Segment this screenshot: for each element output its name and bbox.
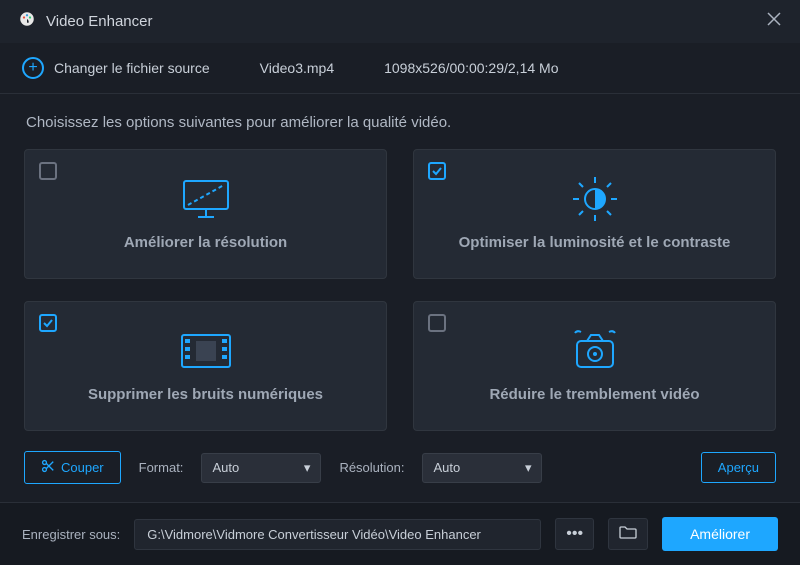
resolution-value: Auto — [433, 460, 460, 475]
card-shake[interactable]: Réduire le tremblement vidéo — [413, 301, 776, 431]
resolution-select[interactable]: Auto ▾ — [422, 453, 542, 483]
option-cards: Améliorer la résolution — [0, 149, 800, 431]
resolution-ctrl-label: Résolution: — [339, 460, 404, 475]
more-button[interactable]: ••• — [555, 518, 594, 550]
card-resolution-label: Améliorer la résolution — [124, 233, 287, 253]
app-title: Video Enhancer — [46, 13, 152, 30]
card-noise[interactable]: Supprimer les bruits numériques — [24, 301, 387, 431]
save-path-input[interactable] — [134, 519, 541, 550]
source-row: + Changer le fichier source Video3.mp4 1… — [0, 43, 800, 94]
folder-icon — [619, 525, 637, 544]
enhance-label: Améliorer — [690, 526, 750, 542]
card-resolution[interactable]: Améliorer la résolution — [24, 149, 387, 279]
close-icon[interactable] — [766, 11, 782, 32]
monitor-icon — [178, 175, 234, 223]
plus-circle-icon: + — [22, 57, 44, 79]
checkbox-brightness[interactable] — [428, 162, 446, 180]
source-meta: 1098x526/00:00:29/2,14 Mo — [384, 60, 558, 76]
change-source-label: Changer le fichier source — [54, 60, 210, 76]
preview-label: Aperçu — [718, 460, 759, 475]
palette-icon — [18, 10, 36, 33]
card-brightness[interactable]: Optimiser la luminosité et le contraste — [413, 149, 776, 279]
checkbox-resolution[interactable] — [39, 162, 57, 180]
film-icon — [176, 327, 236, 375]
checkbox-noise[interactable] — [39, 314, 57, 332]
cut-label: Couper — [61, 460, 104, 475]
controls-row: Couper Format: Auto ▾ Résolution: Auto ▾… — [0, 431, 800, 502]
footer: Enregistrer sous: ••• Améliorer — [0, 502, 800, 565]
titlebar: Video Enhancer — [0, 0, 800, 43]
titlebar-left: Video Enhancer — [18, 10, 152, 33]
brightness-icon — [569, 175, 621, 223]
card-noise-label: Supprimer les bruits numériques — [88, 385, 323, 405]
save-under-label: Enregistrer sous: — [22, 527, 120, 542]
card-shake-label: Réduire le tremblement vidéo — [489, 385, 699, 405]
camera-shake-icon — [567, 327, 623, 375]
format-label: Format: — [139, 460, 184, 475]
enhance-button[interactable]: Améliorer — [662, 517, 778, 551]
format-select[interactable]: Auto ▾ — [201, 453, 321, 483]
source-filename: Video3.mp4 — [260, 60, 334, 76]
card-brightness-label: Optimiser la luminosité et le contraste — [459, 233, 731, 253]
checkbox-shake[interactable] — [428, 314, 446, 332]
cut-button[interactable]: Couper — [24, 451, 121, 484]
instruction-text: Choisissez les options suivantes pour am… — [0, 94, 800, 149]
change-source-button[interactable]: + Changer le fichier source — [22, 57, 210, 79]
preview-button[interactable]: Aperçu — [701, 452, 776, 483]
scissors-icon — [41, 459, 55, 476]
ellipsis-icon: ••• — [566, 525, 583, 543]
chevron-down-icon: ▾ — [304, 460, 311, 476]
chevron-down-icon: ▾ — [525, 460, 532, 476]
open-folder-button[interactable] — [608, 518, 648, 550]
format-value: Auto — [212, 460, 239, 475]
